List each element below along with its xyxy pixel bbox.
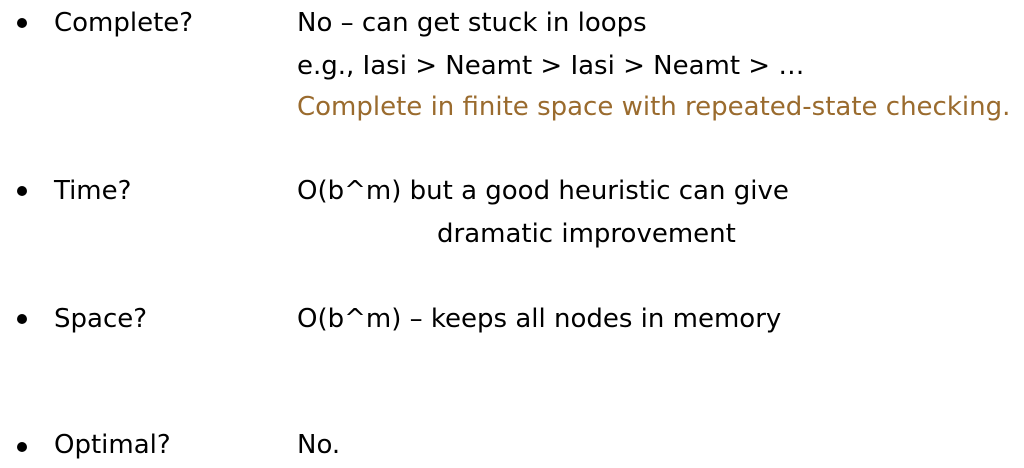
complete-answer: No – can get stuck in loops (297, 8, 647, 38)
bullet-icon (14, 439, 30, 455)
property-label-space: Space? (54, 304, 148, 334)
property-label-optimal: Optimal? (54, 430, 171, 460)
time-answer-continued: dramatic improvement (437, 219, 736, 249)
bullet-icon (14, 15, 30, 31)
complete-note: Complete in finite space with repeated-s… (297, 92, 1011, 122)
bullet-icon (14, 311, 30, 327)
property-label-complete: Complete? (54, 8, 194, 38)
bullet-icon (14, 183, 30, 199)
space-answer: O(b^m) – keeps all nodes in memory (297, 304, 782, 334)
time-answer: O(b^m) but a good heuristic can give (297, 176, 789, 206)
optimal-answer: No. (297, 430, 341, 460)
complete-example: e.g., Iasi > Neamt > Iasi > Neamt > … (297, 51, 805, 81)
property-label-time: Time? (54, 176, 132, 206)
